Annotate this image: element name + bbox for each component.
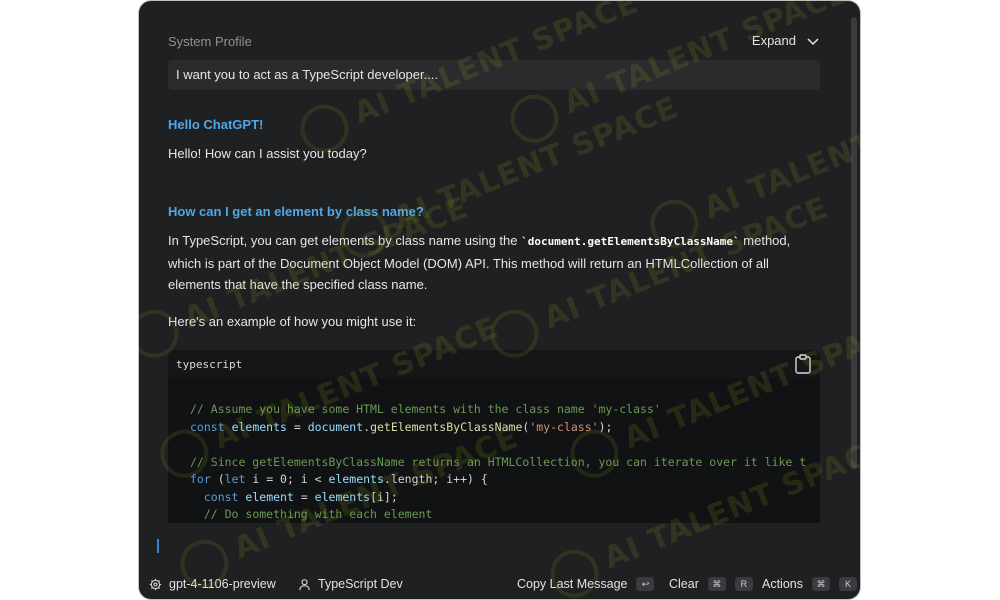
- r-key-hint: R: [734, 577, 753, 591]
- copy-last-label: Copy Last Message: [517, 577, 628, 591]
- clear-label: Clear: [669, 577, 699, 591]
- inline-code: `document.getElementsByClassName`: [521, 235, 740, 248]
- user-message-1: Hello ChatGPT!: [168, 117, 264, 132]
- profile-name: TypeScript Dev: [318, 577, 403, 591]
- actions-label: Actions: [762, 577, 803, 591]
- expand-label: Expand: [751, 33, 796, 48]
- message-input[interactable]: [139, 523, 860, 568]
- assistant-message-2: In TypeScript, you can get elements by c…: [168, 230, 818, 296]
- code-block: typescript // Assume you have some HTML …: [168, 350, 820, 525]
- code-line-5: for (let i = 0; i < elements.length; i++…: [190, 472, 488, 486]
- copy-last-message-button[interactable]: Copy Last Message ↩: [517, 577, 655, 591]
- return-key-hint: ↩: [636, 577, 655, 591]
- expand-button[interactable]: Expand: [752, 33, 820, 48]
- answer-text-part1: In TypeScript, you can get elements by c…: [168, 233, 522, 248]
- code-language-label: typescript: [176, 357, 243, 371]
- model-name: gpt-4-1106-preview: [169, 577, 276, 591]
- code-line-1: // Assume you have some HTML elements wi…: [190, 402, 661, 416]
- user-message-2: How can I get an element by class name?: [168, 204, 424, 219]
- chevron-down-icon: [807, 37, 819, 45]
- assistant-message-1: Hello! How can I assist you today?: [168, 146, 367, 161]
- system-profile-field[interactable]: I want you to act as a TypeScript develo…: [168, 60, 820, 90]
- chat-window: System Profile Expand I want you to act …: [139, 1, 860, 599]
- code-line-4: // Since getElementsByClassName returns …: [190, 454, 807, 469]
- code-line-7: // Do something with each element: [203, 507, 433, 521]
- model-selector[interactable]: gpt-4-1106-preview: [149, 577, 276, 591]
- clear-button[interactable]: Clear ⌘ R: [669, 577, 753, 591]
- k-key-hint: K: [839, 577, 857, 591]
- scrollbar[interactable]: [851, 17, 857, 469]
- clipboard-icon[interactable]: [794, 354, 812, 374]
- command-key-hint: ⌘: [707, 577, 726, 591]
- assistant-message-3: Here's an example of how you might use i…: [168, 314, 417, 329]
- profile-selector[interactable]: TypeScript Dev: [298, 577, 403, 591]
- code-content: // Assume you have some HTML elements wi…: [168, 378, 820, 524]
- text-caret: [157, 539, 159, 553]
- gear-icon: [149, 578, 162, 590]
- actions-button[interactable]: Actions ⌘ K: [762, 577, 857, 591]
- watermark-logo: AI TALENT SPACE: [643, 75, 860, 255]
- person-icon: [299, 578, 310, 590]
- code-line-6: const element = elements[i];: [203, 489, 398, 504]
- code-block-header: typescript: [168, 350, 820, 378]
- command-key-hint: ⌘: [812, 577, 830, 591]
- system-profile-label: System Profile: [168, 34, 252, 49]
- footer-bar: gpt-4-1106-preview TypeScript Dev Copy L…: [139, 568, 860, 599]
- code-line-2: const elements = document.getElementsByC…: [190, 419, 613, 434]
